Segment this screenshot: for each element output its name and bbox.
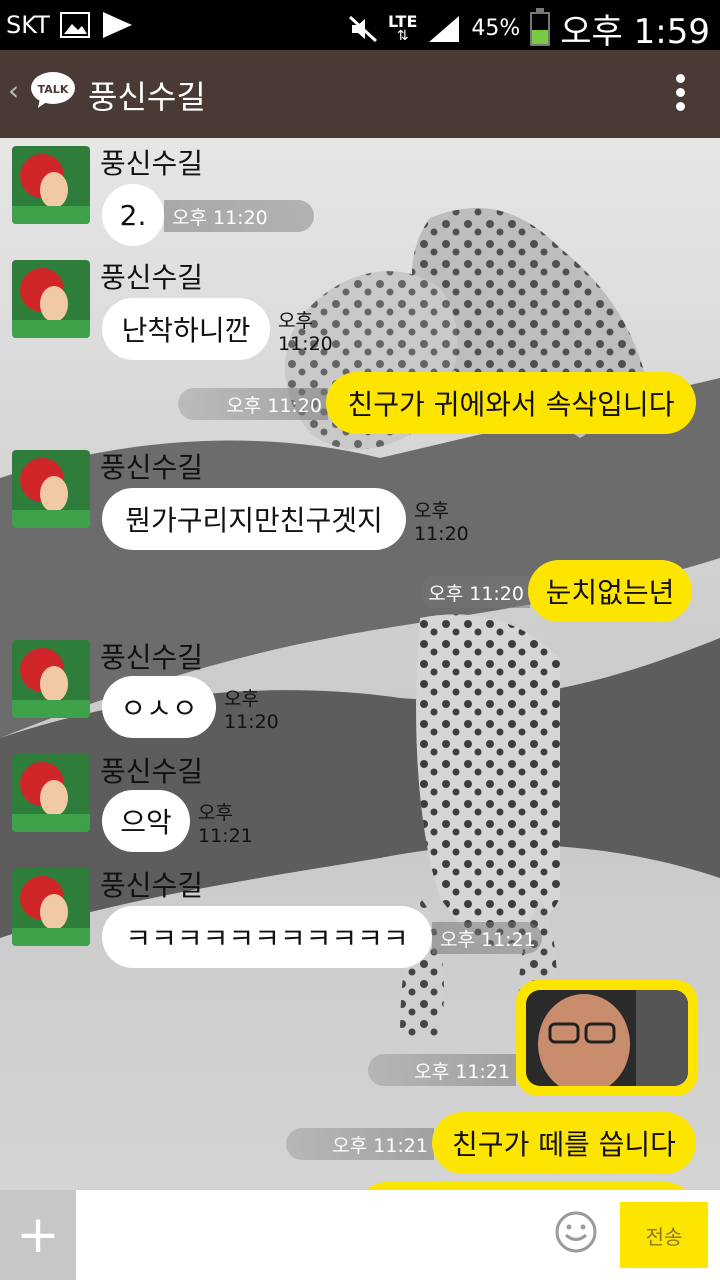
message-bubble[interactable]: 친구가 떼를 씁니다 [432,1112,696,1174]
message-bubble[interactable]: 눈치없는년 [528,560,692,622]
carrier-label: SKT [6,11,50,39]
play-notification-icon [102,12,132,38]
gallery-notification-icon [59,12,90,38]
sender-name: 풍신수길 [100,451,204,484]
sender-avatar[interactable] [12,450,90,528]
message-timestamp: 오후 11:20 [164,200,314,232]
send-button[interactable]: 전송 [620,1202,708,1268]
mute-icon [348,15,378,42]
message-bubble[interactable]: 2. [102,184,164,246]
message-timestamp: 오후 11:20 [224,687,279,733]
back-chevron-icon[interactable]: ‹ [8,74,19,107]
message-timestamp: 오후 11:20 [178,388,328,420]
message-timestamp: 오후 11:20 [420,576,530,608]
chat-area[interactable]: 풍신수길 2. 오후 11:20 풍신수길 난착하니깐 오후 11:20 오후 … [0,138,720,1190]
sender-avatar[interactable] [12,640,90,718]
message-timestamp: 오후 11:20 [414,499,469,545]
input-bar: + 전송 [0,1190,720,1280]
sender-name: 풍신수길 [100,261,204,294]
message-timestamp: 오후 11:21 [198,801,253,847]
sender-name: 풍신수길 [100,147,204,180]
sender-name: 풍신수길 [100,755,204,788]
message-bubble[interactable]: ㅇㅅㅇ [102,676,216,738]
data-arrows-icon: ⇅ [396,27,409,44]
emoticon-icon[interactable] [554,1210,598,1254]
sender-name: 풍신수길 [100,869,204,902]
message-timestamp: 오후 11:21 [286,1128,434,1160]
chat-title: 풍신수길 [88,78,206,116]
overflow-menu-icon[interactable] [674,74,686,114]
network-type-label: LTE [387,11,418,31]
message-timestamp: 오후 11:21 [368,1054,516,1086]
sender-avatar[interactable] [12,754,90,832]
sender-name: 풍신수길 [100,641,204,674]
message-bubble[interactable]: 으악 [102,790,190,852]
kakaotalk-logo-icon[interactable]: TALK [30,70,76,110]
message-bubble-partial[interactable] [356,1182,696,1190]
image-message-bubble[interactable] [516,980,698,1096]
message-bubble[interactable]: 난착하니깐 [102,298,270,360]
message-bubble[interactable]: 친구가 귀에와서 속삭입니다 [326,372,696,434]
talk-logo-text: TALK [38,83,69,96]
sender-avatar[interactable] [12,868,90,946]
photo-thumbnail[interactable] [526,990,688,1086]
battery-icon [530,7,551,46]
attach-plus-button[interactable]: + [0,1190,76,1280]
sender-avatar[interactable] [12,146,90,224]
sender-avatar[interactable] [12,260,90,338]
message-timestamp: 오후 11:20 [278,309,333,355]
signal-icon [429,15,460,42]
status-bar: SKT LTE ⇅ 45% 오후 1:59 [0,0,720,52]
message-bubble[interactable]: ㅋㅋㅋㅋㅋㅋㅋㅋㅋㅋㅋ [102,906,432,968]
clock: 오후 1:59 [560,12,710,52]
chat-header: ‹ TALK 풍신수길 [0,50,720,138]
message-bubble[interactable]: 뭔가구리지만친구겟지 [102,488,406,550]
battery-percent: 45% [471,16,521,41]
message-timestamp: 오후 11:21 [432,922,542,954]
